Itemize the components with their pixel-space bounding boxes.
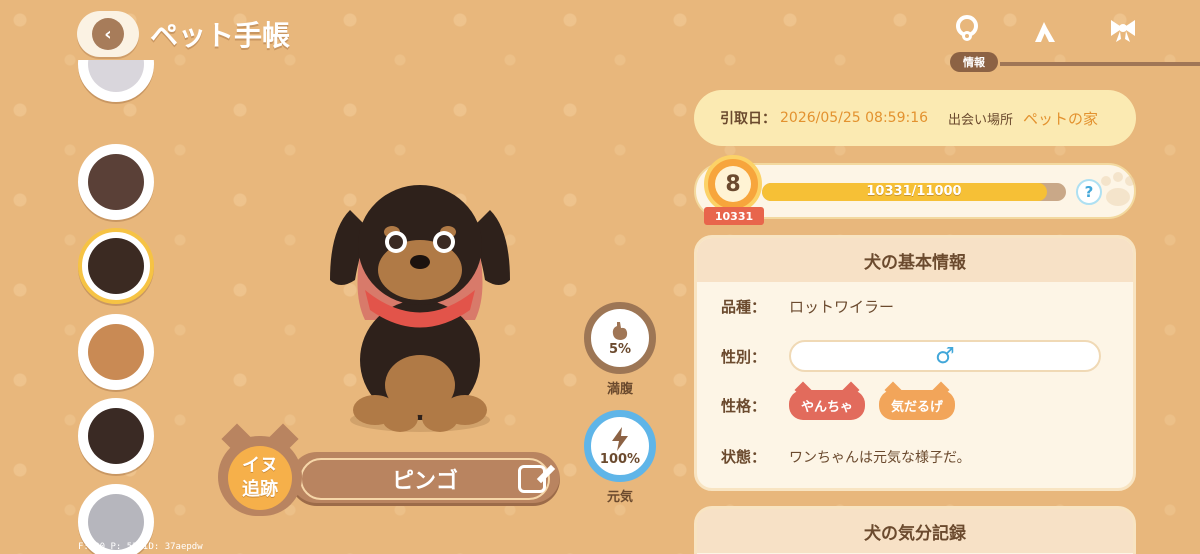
trait-badge: やんちゃ — [789, 390, 866, 420]
pet-avatar-black-cat[interactable] — [78, 144, 154, 220]
status-value: ワンちゃんは元気な様子だ。 — [789, 449, 971, 466]
mood-record-title: 犬の気分記録 — [697, 509, 1133, 553]
hunger-value: 5% — [608, 341, 632, 357]
pet-model[interactable] — [310, 170, 530, 440]
adoption-date-value: 2026/05/25 08:59:16 — [780, 110, 929, 126]
personality-label: 性格： — [721, 396, 767, 415]
track-label-1: イヌ — [242, 455, 278, 476]
breed-value: ロットワイラー — [789, 298, 895, 316]
gender-row: 性別： ♂ — [721, 340, 1101, 372]
pet-name: ピンゴ — [391, 469, 458, 494]
male-icon: ♂ — [789, 340, 1101, 372]
ribbon-icon — [1111, 20, 1135, 42]
lambda-icon — [1035, 22, 1055, 42]
cat-face-icon — [88, 324, 144, 380]
personality-row: 性格： やんちゃ 気だるげ — [721, 390, 969, 420]
energy-ring: 100% — [584, 410, 656, 482]
pet-avatar-pug[interactable] — [78, 398, 154, 474]
status-row: 状態： ワンちゃんは元気な様子だ。 — [721, 446, 971, 467]
gender-label: 性別： — [721, 347, 767, 366]
adoption-card: 引取日： 2026/05/25 08:59:16 出会い場所 ペットの家 — [694, 90, 1136, 146]
back-button[interactable]: ‹ — [77, 11, 139, 57]
xp-text: 10331/11000 — [866, 184, 962, 199]
back-arrow-icon: ‹ — [92, 18, 124, 50]
level-badge: 8 — [704, 155, 762, 213]
track-label-2: 追跡 — [242, 479, 278, 500]
pet-avatar-rottweiler[interactable] — [78, 228, 154, 304]
adoption-date-label: 引取日： — [720, 111, 776, 127]
trait-badge: 気だるげ — [879, 390, 956, 420]
basic-info-title: 犬の基本情報 — [697, 238, 1133, 282]
track-button[interactable]: イヌ 追跡 — [218, 436, 302, 516]
name-plate: ピンゴ — [290, 452, 560, 506]
stomach-icon — [612, 321, 628, 340]
breed-row: 品種： ロットワイラー — [721, 296, 894, 317]
pet-avatar-calico-cat[interactable] — [78, 314, 154, 390]
mood-record-card: 犬の気分記録 — [694, 506, 1136, 554]
page-title: ペット手帳 — [150, 19, 291, 52]
cat-face-icon — [88, 154, 144, 210]
tab-underline — [1000, 62, 1200, 66]
energy-value: 100% — [599, 451, 641, 467]
dog-face-icon — [88, 408, 144, 464]
track-label: イヌ 追跡 — [228, 446, 292, 510]
collar-icon — [956, 15, 978, 41]
tab-accessories[interactable] — [1106, 12, 1140, 48]
paw-icon — [1101, 172, 1135, 206]
basic-info-card: 犬の基本情報 品種： ロットワイラー 性別： ♂ 性格： やんちゃ 気だるげ 状… — [694, 235, 1136, 491]
status-label: 状態： — [721, 448, 767, 466]
energy-label: 元気 — [606, 490, 633, 505]
hunger-gauge: 5% 満腹 — [584, 302, 656, 397]
pet-avatar-white-cat[interactable] — [78, 60, 154, 102]
lightning-icon — [612, 426, 628, 451]
top-tabs — [950, 12, 1140, 48]
edit-name-icon[interactable] — [518, 465, 546, 493]
meeting-place-value: ペットの家 — [1023, 109, 1099, 128]
hunger-label: 満腹 — [606, 382, 633, 397]
dog-face-icon — [88, 238, 144, 294]
breed-label: 品種： — [721, 298, 767, 316]
tab-skills[interactable] — [1028, 12, 1062, 48]
level-value: 8 — [715, 166, 751, 202]
meeting-place-label: 出会い場所 — [948, 112, 1014, 128]
xp-badge: 10331 — [704, 207, 764, 225]
tab-info[interactable] — [950, 12, 984, 48]
level-card: 10331/11000 8 10331 ? — [694, 155, 1136, 225]
hunger-ring: 5% — [584, 302, 656, 374]
energy-gauge: 100% 元気 — [584, 410, 656, 505]
debug-overlay: F: 30 P: 53 ID: 37aepdw — [78, 542, 203, 552]
active-tab-label: 情報 — [950, 52, 998, 72]
cat-face-icon — [88, 60, 144, 92]
pet-list[interactable] — [78, 60, 156, 554]
